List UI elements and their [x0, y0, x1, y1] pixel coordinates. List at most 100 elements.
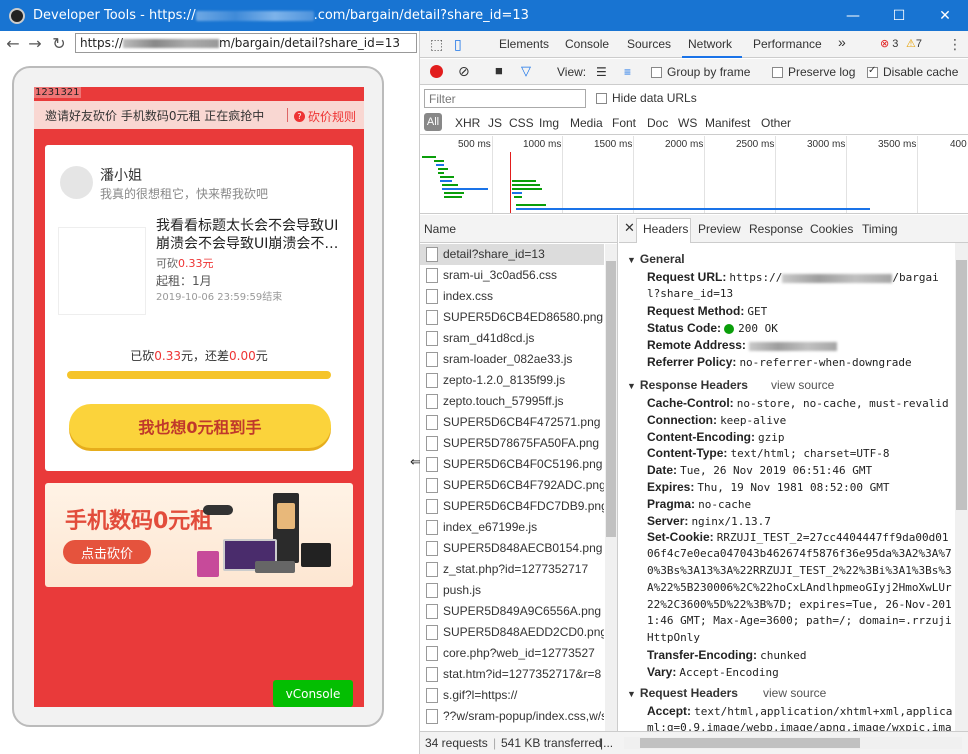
- details-horizontal-scroll-thumb[interactable]: [640, 738, 860, 748]
- request-headers-toggle[interactable]: ▼ Request Headers: [627, 686, 738, 700]
- request-row[interactable]: SUPER5D78675FA50FA.png: [420, 433, 604, 454]
- request-row[interactable]: index.css: [420, 286, 604, 307]
- request-name: SUPER5D6CB4F0C5196.png: [443, 457, 603, 471]
- minimize-button[interactable]: —: [830, 0, 876, 31]
- banner-cut-button[interactable]: 点击砍价: [63, 540, 151, 564]
- type-manifest[interactable]: Manifest: [705, 116, 750, 130]
- tab-performance[interactable]: Performance: [753, 37, 822, 51]
- hide-data-urls-checkbox[interactable]: Hide data URLs: [596, 91, 697, 105]
- request-row[interactable]: core.php?web_id=12773527: [420, 643, 604, 664]
- type-ws[interactable]: WS: [678, 116, 697, 130]
- set-cookie-cont: 06f4c7e0eca047043b462674f5876f36e95da%3A…: [647, 547, 952, 561]
- filter-input[interactable]: Filter: [424, 89, 586, 108]
- waterfall-icon[interactable]: ≡: [624, 65, 631, 79]
- tab-cookies[interactable]: Cookies: [810, 222, 853, 236]
- type-media[interactable]: Media: [570, 116, 603, 130]
- type-other[interactable]: Other: [761, 116, 791, 130]
- request-row[interactable]: SUPER5D6CB4F0C5196.png: [420, 454, 604, 475]
- more-tabs-icon[interactable]: »: [838, 34, 846, 50]
- tab-response[interactable]: Response: [749, 222, 803, 236]
- devtools-menu-icon[interactable]: ⋮: [948, 36, 962, 53]
- tab-elements[interactable]: Elements: [499, 37, 549, 51]
- clear-icon[interactable]: ⊘: [458, 63, 470, 80]
- request-name: sram_d41d8cd.js: [443, 331, 535, 345]
- rules-link[interactable]: ? 砍价规则: [294, 108, 356, 125]
- tab-preview[interactable]: Preview: [698, 222, 741, 236]
- request-list-scroll-thumb[interactable]: [606, 261, 616, 537]
- request-row[interactable]: SUPER5D6CB4F792ADC.png: [420, 475, 604, 496]
- tab-console[interactable]: Console: [565, 37, 609, 51]
- tab-timing[interactable]: Timing: [862, 222, 898, 236]
- request-row[interactable]: zepto-1.2.0_8135f99.js: [420, 370, 604, 391]
- type-img[interactable]: Img: [539, 116, 559, 130]
- request-row[interactable]: detail?share_id=13: [420, 244, 604, 265]
- request-row[interactable]: sram-ui_3c0ad56.css: [420, 265, 604, 286]
- screenshot-camera-icon[interactable]: ■: [495, 63, 503, 78]
- type-font[interactable]: Font: [612, 116, 636, 130]
- tick-label: 1500 ms: [594, 139, 633, 150]
- request-bar: [516, 204, 546, 206]
- request-row[interactable]: SUPER5D848AEDD2CD0.png: [420, 622, 604, 643]
- large-rows-icon[interactable]: ☰: [596, 65, 607, 79]
- request-row[interactable]: SUPER5D6CB4F472571.png: [420, 412, 604, 433]
- group-by-frame-checkbox[interactable]: Group by frame: [651, 65, 750, 79]
- request-bar: [512, 192, 522, 194]
- close-window-button[interactable]: ✕: [922, 0, 968, 31]
- type-css[interactable]: CSS: [509, 116, 534, 130]
- request-row[interactable]: sram_d41d8cd.js: [420, 328, 604, 349]
- cut-amount: 可砍0.33元: [156, 257, 214, 270]
- device-toolbar-icon[interactable]: ▯: [454, 36, 462, 53]
- close-details-icon[interactable]: ✕: [624, 220, 635, 236]
- response-header-line: Content-Type: text/html; charset=UTF-8: [647, 446, 890, 461]
- device-frame: 邀请好友砍价 手机数码0元租 正在疯抢中 ? 砍价规则 1231321 潘小姐 我…: [12, 66, 384, 727]
- reload-icon[interactable]: ↻: [49, 34, 69, 53]
- general-section-toggle[interactable]: ▼ General: [627, 252, 685, 266]
- vconsole-button[interactable]: vConsole: [273, 680, 353, 707]
- preserve-log-checkbox[interactable]: Preserve log: [772, 65, 855, 79]
- type-js[interactable]: JS: [488, 116, 502, 130]
- record-icon[interactable]: [430, 65, 443, 78]
- error-count[interactable]: ⊗ 3: [880, 37, 898, 50]
- url-input[interactable]: https://m/bargain/detail?share_id=13: [75, 33, 417, 53]
- blurred-url-domain: [123, 39, 220, 48]
- request-row[interactable]: SUPER5D6CB4FDC7DB9.png: [420, 496, 604, 517]
- disable-cache-checkbox[interactable]: Disable cache: [867, 65, 958, 79]
- request-view-source-link[interactable]: view source: [763, 686, 826, 700]
- details-scroll-thumb[interactable]: [956, 260, 967, 510]
- promo-banner[interactable]: 手机数码0元租 点击砍价: [45, 483, 353, 587]
- warning-count[interactable]: ⚠7: [906, 37, 922, 50]
- rent-cta-button[interactable]: 我也想0元租到手: [69, 404, 331, 448]
- tick-line: [775, 136, 776, 213]
- request-row[interactable]: SUPER5D848AECB0154.png: [420, 538, 604, 559]
- type-xhr[interactable]: XHR: [455, 116, 480, 130]
- request-row[interactable]: ??w/sram-popup/index.css,w/s: [420, 706, 604, 727]
- request-row[interactable]: z_stat.php?id=1277352717: [420, 559, 604, 580]
- request-bar: [438, 168, 448, 170]
- request-row[interactable]: stat.htm?id=1277352717&r=8: [420, 664, 604, 685]
- back-icon[interactable]: ←: [3, 34, 23, 53]
- request-row[interactable]: zepto.touch_57995ff.js: [420, 391, 604, 412]
- maximize-button[interactable]: ☐: [876, 0, 922, 31]
- response-view-source-link[interactable]: view source: [771, 378, 834, 392]
- response-header-line: Content-Encoding: gzip: [647, 429, 785, 444]
- forward-icon[interactable]: →: [25, 34, 45, 53]
- type-doc[interactable]: Doc: [647, 116, 668, 130]
- inspect-element-icon[interactable]: ⬚: [430, 36, 443, 53]
- network-overview-timeline[interactable]: 500 ms 1000 ms 1500 ms 2000 ms 2500 ms 3…: [420, 136, 968, 214]
- request-row[interactable]: s.gif?l=https://: [420, 685, 604, 706]
- response-headers-toggle[interactable]: ▼ Response Headers: [627, 378, 748, 392]
- request-row[interactable]: SUPER5D6CB4ED86580.png: [420, 307, 604, 328]
- request-row[interactable]: push.js: [420, 580, 604, 601]
- tab-headers[interactable]: Headers: [643, 222, 688, 236]
- request-row[interactable]: SUPER5D849A9C6556A.png: [420, 601, 604, 622]
- goods-title[interactable]: 我看看标题太长会不会导致UI崩溃会不会导致UI崩溃会不…: [156, 217, 341, 253]
- name-column-header[interactable]: Name: [420, 215, 617, 243]
- type-all[interactable]: All: [424, 113, 442, 131]
- tab-sources[interactable]: Sources: [627, 37, 671, 51]
- request-bar: [438, 172, 444, 174]
- request-row[interactable]: index_e67199e.js: [420, 517, 604, 538]
- filter-icon[interactable]: ▽: [521, 63, 531, 79]
- browser-nav-bar: ← → ↻ https://m/bargain/detail?share_id=…: [0, 31, 420, 57]
- request-row[interactable]: sram-loader_082ae33.js: [420, 349, 604, 370]
- tab-network[interactable]: Network: [688, 37, 732, 51]
